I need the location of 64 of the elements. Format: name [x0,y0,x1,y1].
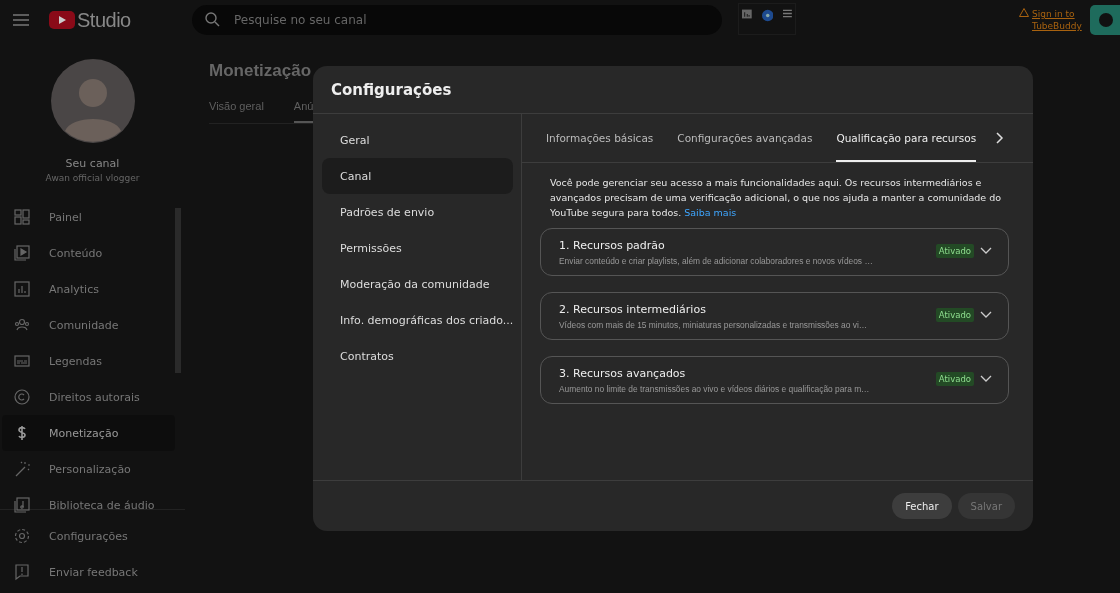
logo-text: Studio [77,8,131,32]
settings-nav-item[interactable]: Geral [322,122,513,158]
channel-handle: Awan official vlogger [45,173,140,183]
badge-icon[interactable] [761,9,774,22]
settings-icon [13,527,31,545]
settings-nav-item[interactable]: Padrões de envio [322,194,513,230]
feature-description: Vídeos com mais de 15 minutos, miniaturas personalizadas e transmissões ao vi… [559,319,869,330]
intro-paragraph: Você pode gerenciar seu acesso a mais funcionalidades aqui. Os recursos intermediários e avançados precisam de uma verificação adicional, o que nos ajuda a manter a comunidade do YouTube segura para todos. Saiba mais [550,176,1002,220]
close-button[interactable]: Fechar [892,493,952,519]
dashboard-icon [13,208,31,226]
wand-icon [13,460,31,478]
video-icon [13,244,31,262]
menu-icon[interactable] [13,14,29,26]
status-tag: Ativado [935,308,974,322]
sign-in-link[interactable]: Sign in to TubeBuddy [1032,8,1084,32]
sidebar-item[interactable]: Analytics [2,271,175,307]
chevron-down-icon[interactable] [980,311,992,319]
avatar[interactable] [50,59,135,143]
extension-button[interactable] [1090,5,1120,35]
page-title: Monetização [209,60,313,82]
feature-card[interactable]: 2. Recursos intermediários Vídeos com mais de 15 minutos, miniaturas personalizadas e transmissões ao vi… Ativado [540,292,1009,340]
sidebar-item[interactable]: Painel [2,199,175,235]
settings-nav-item[interactable]: Permissões [322,230,513,266]
copyright-icon [13,388,31,406]
chevron-down-icon[interactable] [980,375,992,383]
subtitles-icon [13,352,31,370]
feedback-icon [13,563,31,581]
settings-nav-item[interactable]: Info. demográficas dos criado... [322,302,513,338]
chart-icon [13,280,31,298]
sidebar-item[interactable]: Monetização [2,415,175,451]
feature-title: 1. Recursos padrão [559,238,666,252]
feature-card[interactable]: 1. Recursos padrão Enviar conteúdo e criar playlists, além de adicionar colaboradores e novos vídeos … Ativado [540,228,1009,276]
chevron-down-icon[interactable] [980,247,992,255]
learn-more-link[interactable]: Saiba mais [684,207,737,218]
settings-tab[interactable]: Qualificação para recursos [836,114,977,162]
status-tag: Ativado [935,244,974,258]
menu-icon[interactable] [783,9,792,18]
sidebar-item[interactable]: Conteúdo [2,235,175,271]
settings-nav-item[interactable]: Contratos [322,338,513,374]
settings-nav-item[interactable]: Moderação da comunidade [322,266,513,302]
feature-description: Aumento no limite de transmissões ao vivo e vídeos diários e qualificação para m… [559,383,871,394]
sidebar-item[interactable]: Direitos autorais [2,379,175,415]
sidebar-item[interactable]: Enviar feedback [2,554,185,590]
dialog-title: Configurações [331,80,452,99]
search-field[interactable]: Pesquise no seu canal [192,5,722,35]
warning-icon [1019,8,1029,17]
sidebar-item[interactable]: Personalização [2,451,175,487]
status-tag: Ativado [935,372,974,386]
feature-card[interactable]: 3. Recursos avançados Aumento no limite de transmissões ao vivo e vídeos diários e qualificação para m… Ativado [540,356,1009,404]
chart-icon[interactable] [742,9,752,19]
search-icon [205,12,220,27]
play-logo-icon [49,11,75,29]
music-icon [13,496,31,514]
settings-tab[interactable]: Informações básicas [546,114,654,162]
settings-tab[interactable]: Configurações avançadas [677,114,813,162]
feature-description: Enviar conteúdo e criar playlists, além de adicionar colaboradores e novos vídeos … [559,255,874,266]
chevron-right-icon[interactable] [996,132,1005,144]
sidebar-item[interactable]: Legendas [2,343,175,379]
channel-name: Seu canal [65,157,120,170]
scrollbar[interactable] [175,208,181,373]
settings-nav-item[interactable]: Canal [322,158,513,194]
feature-title: 2. Recursos intermediários [559,302,707,316]
feature-title: 3. Recursos avançados [559,366,687,380]
sidebar-item[interactable]: Comunidade [2,307,175,343]
